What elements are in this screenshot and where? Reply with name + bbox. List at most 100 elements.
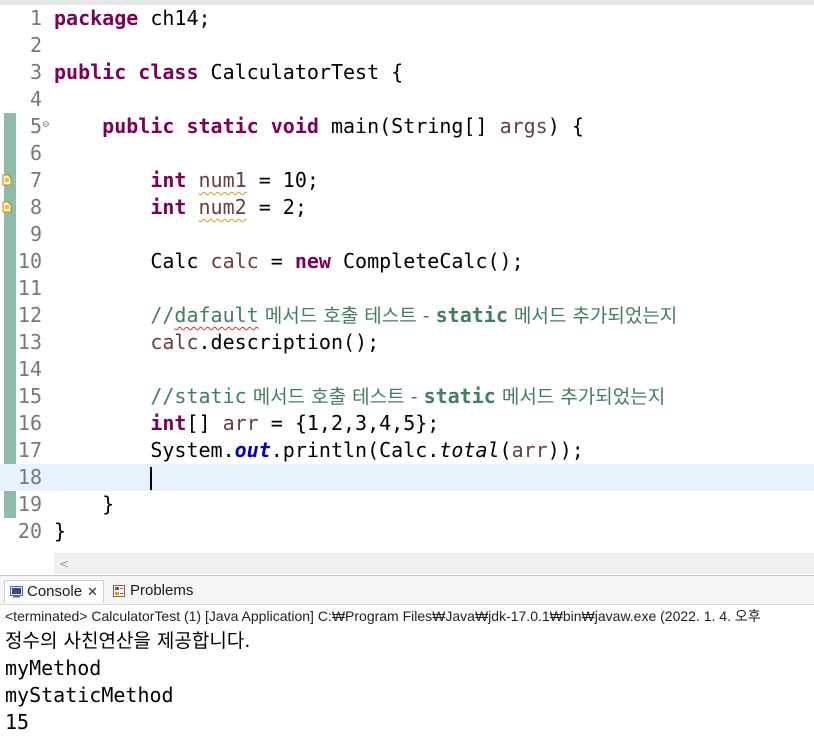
console-output-line: myStaticMethod	[5, 683, 174, 707]
horizontal-scrollbar[interactable]: <	[54, 553, 814, 574]
line-number: 8	[29, 195, 42, 219]
process-status: <terminated> CalculatorTest (1) [Java Ap…	[5, 608, 761, 624]
code-line[interactable]: 2	[0, 32, 814, 59]
fold-collapse-icon[interactable]: ⊖	[42, 113, 52, 140]
tab-problems[interactable]: Problems	[111, 580, 197, 602]
code-line[interactable]: 6	[0, 140, 814, 167]
code-line[interactable]: 4	[0, 86, 814, 113]
line-number: 17	[17, 438, 42, 462]
code-token: dafault	[174, 303, 259, 327]
code-token: = 2;	[246, 195, 307, 219]
code-editor[interactable]: 1 package ch14; 2 3 public class CalculatorT…	[0, 5, 814, 575]
tab-problems-label: Problems	[130, 582, 194, 599]
line-number: 6	[29, 141, 42, 165]
code-token: arr	[511, 438, 548, 462]
code-token: num2	[198, 195, 247, 219]
code-token: package	[54, 6, 139, 30]
code-line[interactable]: 16 int[] arr = {1,2,3,4,5};	[0, 410, 814, 437]
code-text: int[] arr = {1,2,3,4,5};	[54, 410, 439, 437]
code-token: }	[54, 519, 67, 543]
code-token: = {1,2,3,4,5};	[258, 411, 440, 435]
code-text: public static void main(String[] args) {	[54, 113, 584, 140]
code-token: (	[499, 438, 512, 462]
code-token: = 10;	[246, 168, 319, 192]
line-number: 14	[17, 357, 42, 381]
console-output-line: 정수의 사친연산을 제공합니다.	[5, 630, 251, 652]
code-text	[54, 464, 153, 491]
console-output-line: 15	[5, 710, 30, 734]
code-line[interactable]: 12 //dafault 메서드 호출 테스트 - static 메서드 추가되…	[0, 302, 814, 329]
code-line[interactable]: 7 int num1 = 10;	[0, 167, 814, 194]
line-number: 19	[17, 492, 42, 516]
line-number: 5	[29, 114, 42, 138]
code-line[interactable]: 13 calc.description();	[0, 329, 814, 356]
code-line[interactable]: 8 int num2 = 2;	[0, 194, 814, 221]
code-token: int	[150, 195, 187, 219]
code-line[interactable]: 19 }	[0, 491, 814, 518]
code-line[interactable]: 17 System.out.println(Calc.total(arr));	[0, 437, 814, 464]
code-text: public class CalculatorTest {	[54, 59, 403, 86]
code-token: }	[54, 492, 115, 516]
warning-marker-icon[interactable]	[1, 201, 14, 214]
code-token: .description();	[198, 330, 380, 354]
code-line[interactable]: 5 ⊖ public static void main(String[] args…	[0, 113, 814, 140]
code-token: //	[150, 303, 175, 327]
code-token: System.	[54, 438, 235, 462]
code-text: int num2 = 2;	[54, 194, 307, 221]
text-caret	[150, 467, 153, 490]
warning-marker-icon[interactable]	[1, 174, 14, 187]
code-line[interactable]: 10 Calc calc = new CompleteCalc();	[0, 248, 814, 275]
code-token: CalculatorTest {	[198, 60, 404, 84]
code-token: calc	[150, 330, 199, 354]
console-panel: Console ✕ Problems <terminated> Calculato…	[0, 575, 814, 751]
code-token: CompleteCalc();	[330, 249, 524, 273]
code-token: args	[499, 114, 548, 138]
code-line[interactable]: 14	[0, 356, 814, 383]
code-line[interactable]: 3 public class CalculatorTest {	[0, 59, 814, 86]
code-token: int	[150, 168, 187, 192]
code-line[interactable]: 15 //static 메서드 호출 테스트 - static 메서드 추가되었…	[0, 383, 814, 410]
line-number: 4	[29, 87, 42, 111]
tab-console[interactable]: Console ✕	[4, 580, 104, 603]
code-text: Calc calc = new CompleteCalc();	[54, 248, 524, 275]
line-number: 16	[17, 411, 42, 435]
code-line[interactable]: 20}	[0, 518, 814, 545]
console-output-line: myMethod	[5, 656, 102, 680]
console-output[interactable]: 정수의 사친연산을 제공합니다. myMethod myStaticMethod 15	[5, 628, 250, 736]
code-token: out	[234, 438, 271, 462]
code-line[interactable]: 11	[0, 275, 814, 302]
code-token: new	[294, 249, 331, 273]
close-icon[interactable]: ✕	[87, 581, 98, 603]
code-token: .println(Calc.	[270, 438, 440, 462]
code-text: System.out.println(Calc.total(arr));	[54, 437, 584, 464]
line-number: 1	[29, 6, 42, 30]
code-text: package ch14;	[54, 5, 211, 32]
code-token: public	[54, 60, 127, 84]
code-text: //dafault 메서드 호출 테스트 - static 메서드 추가되었는지	[54, 302, 677, 329]
line-number: 3	[29, 60, 42, 84]
code-token: void	[270, 114, 319, 138]
code-line[interactable]: 9	[0, 221, 814, 248]
code-token: ) {	[547, 114, 584, 138]
code-token: 메서드 추가되었는지	[495, 386, 666, 408]
code-line[interactable]: 18	[0, 464, 814, 491]
line-number: 13	[17, 330, 42, 354]
problems-icon	[113, 585, 125, 598]
scroll-left-icon[interactable]: <	[56, 554, 72, 574]
code-text: //static 메서드 호출 테스트 - static 메서드 추가되었는지	[54, 383, 665, 410]
line-number: 10	[17, 249, 42, 273]
code-token: main(String[]	[318, 114, 500, 138]
code-token: public	[102, 114, 175, 138]
code-line[interactable]: 1 package ch14;	[0, 5, 814, 32]
code-text: calc.description();	[54, 329, 379, 356]
code-token: Calc	[54, 249, 211, 273]
